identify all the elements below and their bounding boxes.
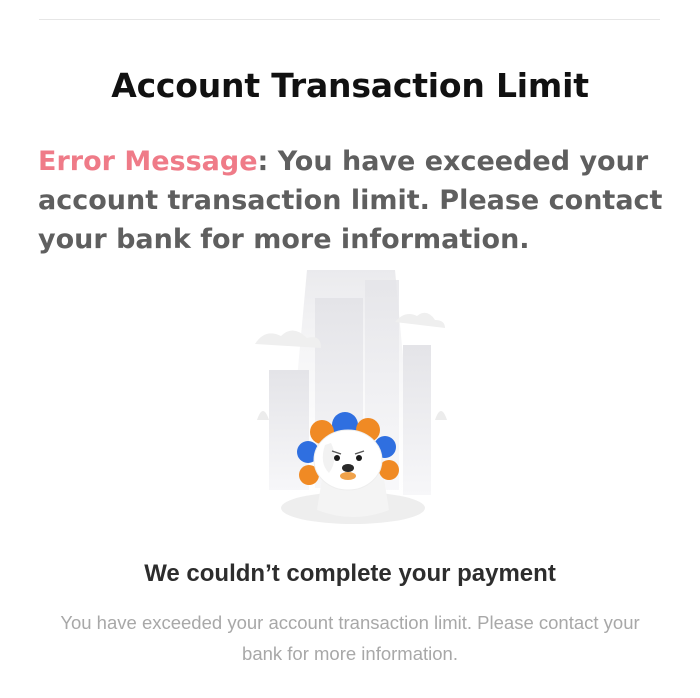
error-message: Error Message: You have exceeded your ac…: [38, 142, 678, 259]
payment-error-description: You have exceeded your account transacti…: [60, 612, 640, 664]
error-separator: :: [257, 146, 278, 177]
payment-error-headline: We couldn’t complete your payment: [144, 560, 556, 587]
top-divider: [39, 19, 660, 20]
dog-mascot-illustration: [255, 270, 447, 524]
error-label: Error Message: [38, 146, 258, 177]
page-title: Account Transaction Limit: [111, 66, 589, 105]
